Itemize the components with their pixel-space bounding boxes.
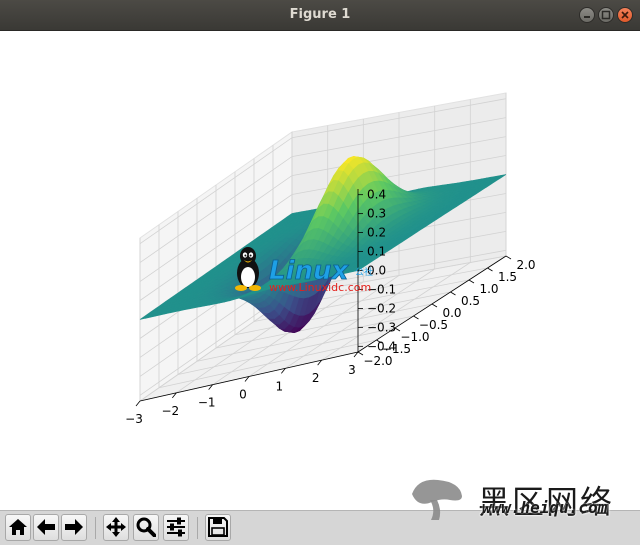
y-tick-mark <box>468 279 475 284</box>
z-tick-label: 0.1 <box>367 245 386 259</box>
x-tick-label: 0 <box>239 388 247 402</box>
logo-url-text: www.Linuxidc.com <box>269 281 371 294</box>
y-tick-mark <box>431 303 438 308</box>
z-tick-label: −0.4 <box>367 339 396 353</box>
save-icon <box>208 517 228 537</box>
y-tick-label: 2.0 <box>516 258 535 272</box>
watermark-url: www.heiqu.com <box>482 498 608 517</box>
y-tick-label: −2.0 <box>363 354 392 368</box>
z-tick-label: 0.3 <box>367 207 386 221</box>
configure-subplots-icon <box>167 517 185 537</box>
y-tick-mark <box>357 351 364 356</box>
mushroom-logo-icon <box>412 479 462 520</box>
home-button[interactable] <box>5 514 31 541</box>
back-arrow-icon <box>37 519 55 535</box>
configure-subplots-button[interactable] <box>163 514 189 541</box>
y-tick-label: −1.0 <box>400 330 429 344</box>
window-titlebar: Figure 1 <box>0 0 640 31</box>
logo-brand-suffix: 公社 <box>355 266 373 278</box>
y-tick-mark <box>505 255 512 260</box>
window-title: Figure 1 <box>289 7 351 22</box>
forward-arrow-icon <box>65 519 83 535</box>
zoom-icon <box>136 517 156 537</box>
z-tick-label: −0.2 <box>367 301 396 315</box>
x-tick-label: 1 <box>276 379 284 393</box>
pan-button[interactable] <box>103 514 129 541</box>
save-button[interactable] <box>205 514 231 541</box>
close-button[interactable] <box>617 7 633 23</box>
y-tick-label: 1.5 <box>498 270 517 284</box>
y-tick-label: 0.0 <box>442 306 461 320</box>
y-tick-label: 1.0 <box>479 282 498 296</box>
maximize-icon <box>601 10 611 20</box>
minimize-icon <box>584 16 590 18</box>
x-tick-mark <box>135 400 141 407</box>
z-tick-label: −0.1 <box>367 282 396 296</box>
home-icon <box>9 519 27 535</box>
pan-icon <box>106 517 126 537</box>
heiqu-watermark: 黑区网络 www.heiqu.com <box>404 476 640 521</box>
x-tick-label: 2 <box>312 371 320 385</box>
x-tick-label: 3 <box>348 363 356 377</box>
y-tick-label: −0.5 <box>419 318 448 332</box>
y-tick-label: 0.5 <box>461 294 480 308</box>
toolbar-separator <box>197 517 198 539</box>
back-button[interactable] <box>33 514 59 541</box>
surface-plot: −3−2−10123−2.0−1.5−1.0−0.50.00.51.01.52.… <box>125 92 536 426</box>
z-tick-label: 0.2 <box>367 226 386 240</box>
maximize-button[interactable] <box>598 7 614 23</box>
x-tick-label: −1 <box>198 396 216 410</box>
forward-button[interactable] <box>61 514 87 541</box>
x-tick-label: −3 <box>125 412 143 426</box>
z-tick-label: −0.3 <box>367 320 396 334</box>
figure-canvas[interactable]: −3 −2 −1 0 1 2 3 −2.0 −1.5 −1.0 −0.5 0.0 0.5 1.0 1.5 2.… <box>0 31 640 510</box>
y-tick-mark <box>413 315 419 320</box>
minimize-button[interactable] <box>579 7 595 23</box>
y-tick-mark <box>487 267 493 272</box>
toolbar-separator <box>95 517 96 539</box>
zoom-button[interactable] <box>133 514 159 541</box>
z-tick-label: 0.4 <box>367 188 386 202</box>
y-tick-mark <box>450 291 456 296</box>
close-icon <box>621 11 629 19</box>
x-tick-label: −2 <box>161 404 179 418</box>
